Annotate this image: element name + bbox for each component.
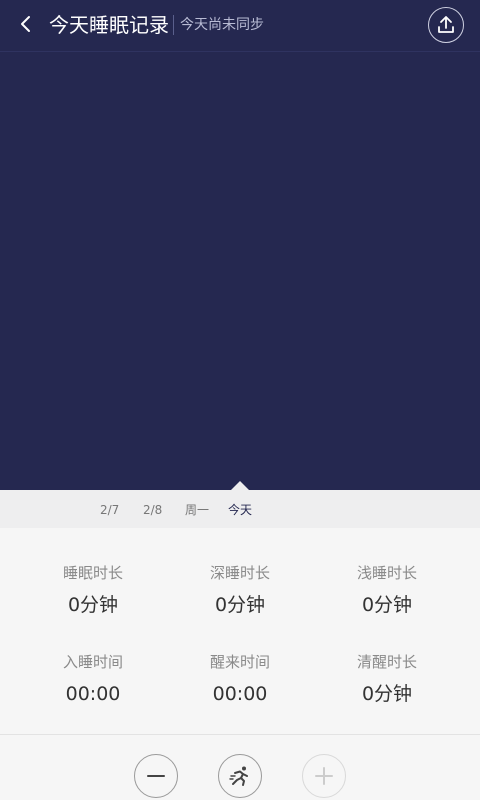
stat-value: 0分钟 <box>361 683 413 705</box>
stat-awake-duration: 清醒时长 0分钟 <box>307 652 467 706</box>
minus-icon <box>147 775 165 777</box>
start-activity-button[interactable] <box>218 754 262 798</box>
stat-value: 00:00 <box>65 683 121 705</box>
stat-value: 0分钟 <box>361 594 413 616</box>
sleep-chart-area <box>0 52 480 490</box>
stat-label: 深睡时长 <box>209 564 270 582</box>
stat-label: 浅睡时长 <box>356 564 417 582</box>
stat-label: 入睡时间 <box>62 653 123 671</box>
minus-button[interactable] <box>134 754 178 798</box>
upload-button[interactable] <box>428 7 464 43</box>
stat-value: 0分钟 <box>214 594 266 616</box>
stat-value: 00:00 <box>212 683 268 705</box>
stat-label: 睡眠时长 <box>62 564 123 582</box>
tab-date-2-7[interactable]: 2/7 <box>100 502 119 518</box>
stat-sleep-duration: 睡眠时长 0分钟 <box>13 563 173 617</box>
bottom-toolbar <box>0 734 480 800</box>
plus-button[interactable] <box>302 754 346 798</box>
page-title: 今天睡眠记录 <box>49 13 169 37</box>
sleep-stats-panel: 睡眠时长 0分钟 深睡时长 0分钟 浅睡时长 0分钟 入睡时间 00:00 醒来… <box>0 528 480 734</box>
stat-label: 清醒时长 <box>356 653 417 671</box>
header: 今天睡眠记录 今天尚未同步 <box>0 0 480 52</box>
title-divider <box>173 15 174 35</box>
stat-deep-sleep: 深睡时长 0分钟 <box>160 563 320 617</box>
back-button[interactable] <box>14 12 38 36</box>
running-person-icon <box>229 766 248 786</box>
stat-light-sleep: 浅睡时长 0分钟 <box>307 563 467 617</box>
tab-date-2-8[interactable]: 2/8 <box>143 502 162 518</box>
stat-wake-time: 醒来时间 00:00 <box>160 652 320 706</box>
chevron-left-icon <box>21 16 30 32</box>
stat-fall-asleep-time: 入睡时间 00:00 <box>13 652 173 706</box>
plus-icon <box>315 767 333 785</box>
selected-date-pointer <box>230 481 250 491</box>
stat-value: 0分钟 <box>67 594 119 616</box>
sync-status: 今天尚未同步 <box>180 17 264 33</box>
tab-today[interactable]: 今天 <box>228 502 252 518</box>
upload-icon <box>438 16 454 33</box>
stat-label: 醒来时间 <box>209 653 270 671</box>
tab-monday[interactable]: 周一 <box>185 502 209 518</box>
